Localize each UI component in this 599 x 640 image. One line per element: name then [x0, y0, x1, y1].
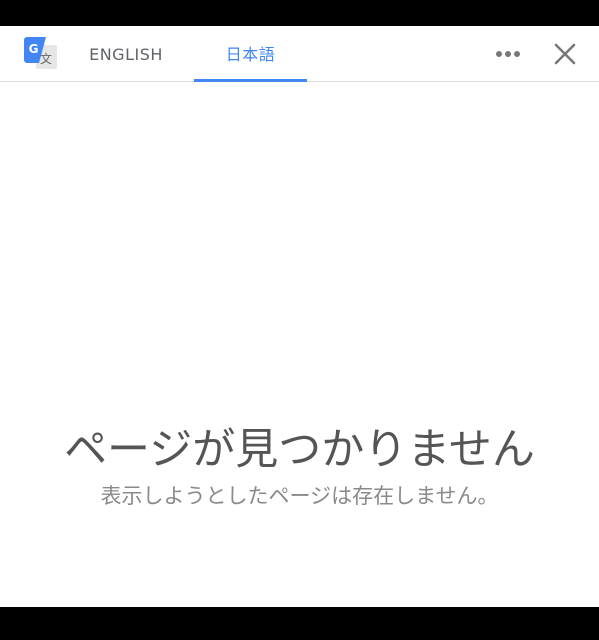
svg-text:文: 文 — [40, 51, 52, 66]
close-icon[interactable] — [546, 35, 584, 73]
tab-english[interactable]: ENGLISH — [70, 26, 182, 82]
more-horizontal-icon[interactable] — [486, 38, 530, 70]
google-translate-icon: 文 G — [24, 37, 57, 69]
translate-page: 文 G ENGLISH 日本語 ページが見つかりません 表示しようとしたページは… — [0, 26, 599, 607]
error-message: 表示しようとしたページは存在しません。 — [100, 484, 499, 508]
screen: 文 G ENGLISH 日本語 ページが見つかりません 表示しようとしたページは… — [0, 0, 599, 640]
translate-toolbar: 文 G ENGLISH 日本語 — [0, 26, 599, 82]
svg-text:G: G — [29, 42, 39, 56]
error-title: ページが見つかりません — [64, 425, 535, 475]
tab-japanese[interactable]: 日本語 — [194, 26, 307, 82]
